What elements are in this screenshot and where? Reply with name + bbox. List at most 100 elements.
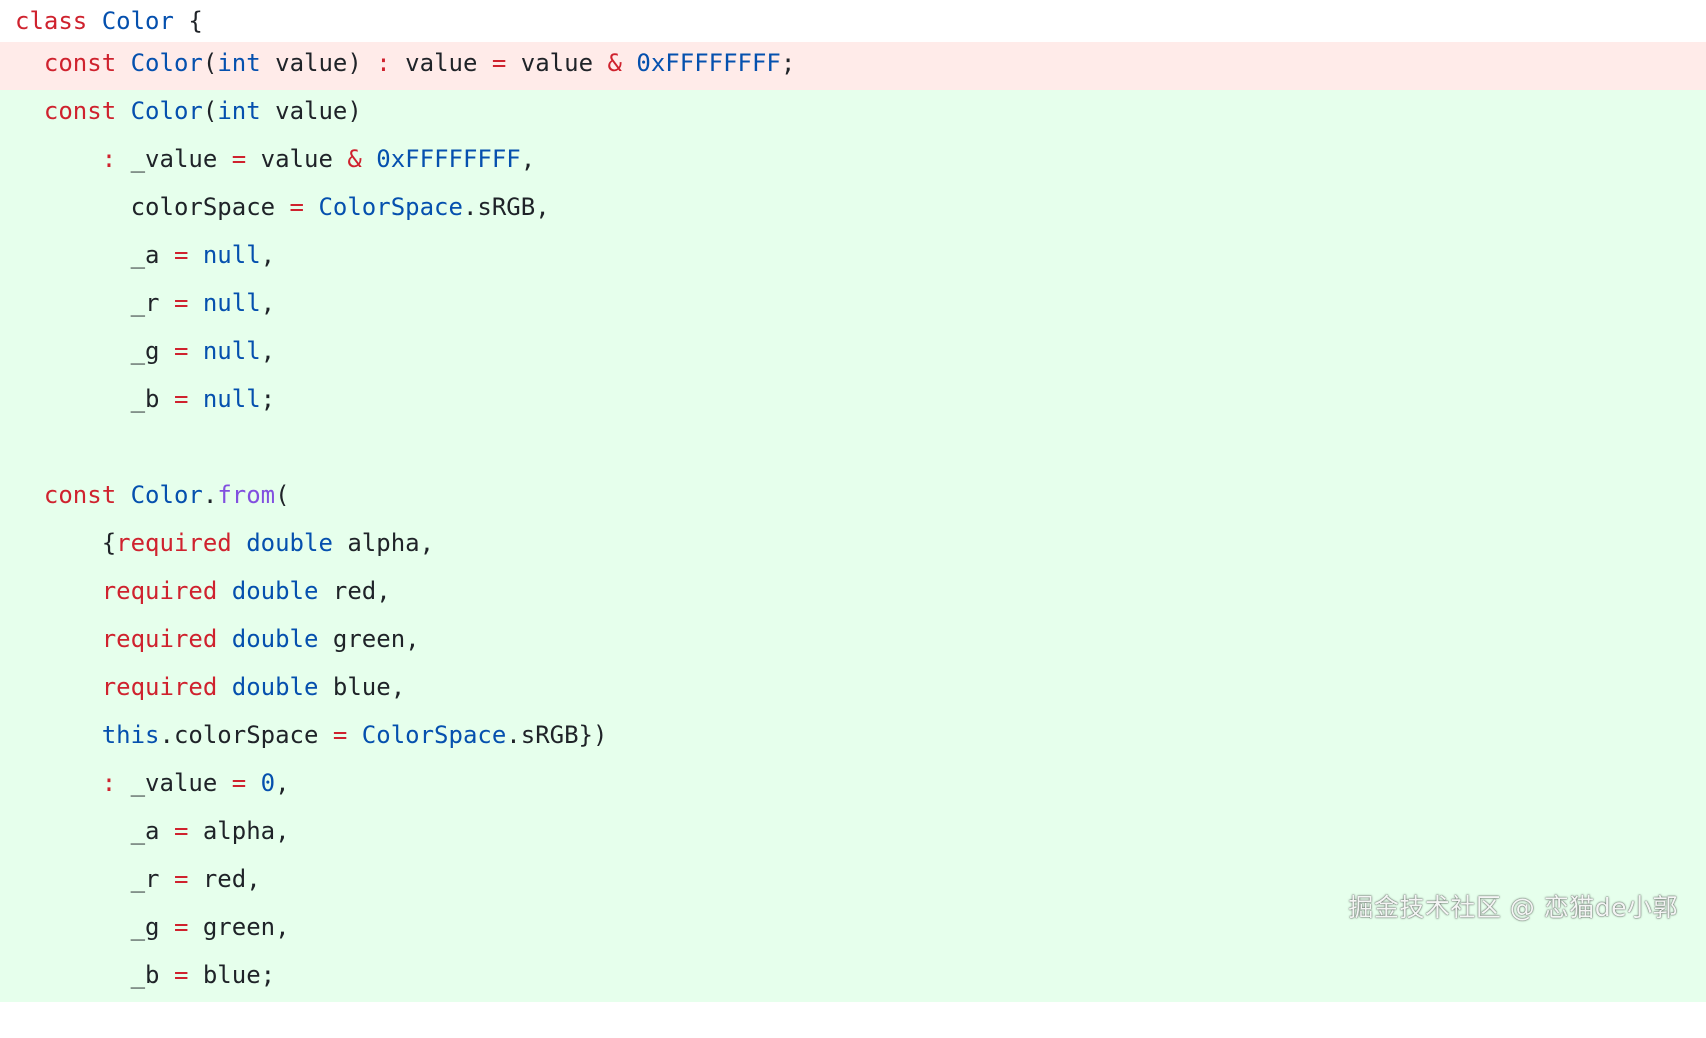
code-text: : _value = 0,: [15, 762, 290, 804]
code-token: =: [231, 769, 247, 797]
code-token: _a: [15, 241, 174, 269]
code-token: ,: [275, 769, 290, 797]
code-token: =: [173, 961, 189, 989]
code-token: blue;: [188, 961, 276, 989]
code-token: null: [202, 385, 261, 413]
code-line: required double green,: [0, 618, 1706, 666]
code-token: Color: [130, 97, 203, 125]
code-token: =: [173, 913, 189, 941]
code-line: _a = alpha,: [0, 810, 1706, 858]
code-token: alpha,: [188, 817, 290, 845]
code-token: value: [246, 145, 348, 173]
code-token: .sRGB}): [506, 721, 608, 749]
code-token: ColorSpace: [318, 193, 463, 221]
code-line: {required double alpha,: [0, 522, 1706, 570]
code-token: int: [217, 49, 261, 77]
code-token: =: [289, 193, 304, 221]
code-line: required double red,: [0, 570, 1706, 618]
code-line: _b = blue;: [0, 954, 1706, 1002]
code-token: Color: [130, 49, 203, 77]
code-token: (: [275, 481, 290, 509]
code-token: ,: [260, 289, 276, 317]
code-line: _g = null,: [0, 330, 1706, 378]
code-text: _r = red,: [15, 858, 261, 900]
code-token: :: [101, 769, 117, 797]
code-text: _b = blue;: [15, 954, 276, 996]
code-line: [0, 426, 1706, 474]
code-text: required double green,: [15, 618, 420, 660]
code-token: colorSpace: [15, 193, 290, 221]
code-token: blue,: [318, 673, 406, 701]
code-line: this.colorSpace = ColorSpace.sRGB}): [0, 714, 1706, 762]
code-token: double: [246, 529, 333, 557]
code-token: _g: [15, 337, 174, 365]
code-text: _a = alpha,: [15, 810, 290, 852]
code-token: null: [202, 289, 261, 317]
code-token: _g: [15, 913, 174, 941]
code-token: red,: [188, 865, 261, 893]
code-text: const Color(int value): [15, 90, 362, 132]
code-token: =: [173, 385, 189, 413]
code-token: required: [101, 625, 218, 653]
code-token: red,: [318, 577, 391, 605]
code-token: int: [217, 97, 261, 125]
code-token: {: [15, 529, 117, 557]
code-token: _b: [15, 961, 174, 989]
code-token: alpha,: [332, 529, 435, 557]
code-token: 0xFFFFFFFF: [376, 145, 521, 173]
code-token: const: [43, 481, 117, 509]
code-token: =: [173, 865, 189, 893]
code-token: double: [231, 625, 319, 653]
code-text: this.colorSpace = ColorSpace.sRGB}): [15, 714, 608, 756]
code-line: required double blue,: [0, 666, 1706, 714]
code-token: &: [607, 49, 622, 77]
code-text: _b = null;: [15, 378, 276, 420]
code-text: _r = null,: [15, 282, 276, 324]
code-text: _g = null,: [15, 330, 276, 372]
code-token: {: [173, 7, 203, 35]
code-line: _a = null,: [0, 234, 1706, 282]
code-text: required double blue,: [15, 666, 405, 708]
code-token: =: [332, 721, 348, 749]
code-token: null: [202, 241, 261, 269]
code-token: from: [217, 481, 276, 509]
code-token: =: [231, 145, 247, 173]
code-token: =: [173, 817, 189, 845]
code-token: (: [202, 97, 218, 125]
code-token: ;: [260, 385, 276, 413]
code-token: ColorSpace: [361, 721, 507, 749]
code-line: : _value = 0,: [0, 762, 1706, 810]
code-text: [15, 426, 29, 468]
code-line: colorSpace = ColorSpace.sRGB,: [0, 186, 1706, 234]
code-token: this: [101, 721, 160, 749]
code-token: ;: [780, 49, 796, 77]
code-token: =: [173, 241, 189, 269]
code-text: _a = null,: [15, 234, 276, 276]
code-token: required: [116, 529, 232, 557]
code-line: class Color {: [0, 0, 1706, 42]
code-token: green,: [188, 913, 290, 941]
code-token: .sRGB,: [462, 193, 550, 221]
code-token: &: [347, 145, 362, 173]
code-token: _r: [15, 865, 174, 893]
code-token: double: [231, 673, 319, 701]
code-line: _b = null;: [0, 378, 1706, 426]
code-token: const: [43, 97, 117, 125]
